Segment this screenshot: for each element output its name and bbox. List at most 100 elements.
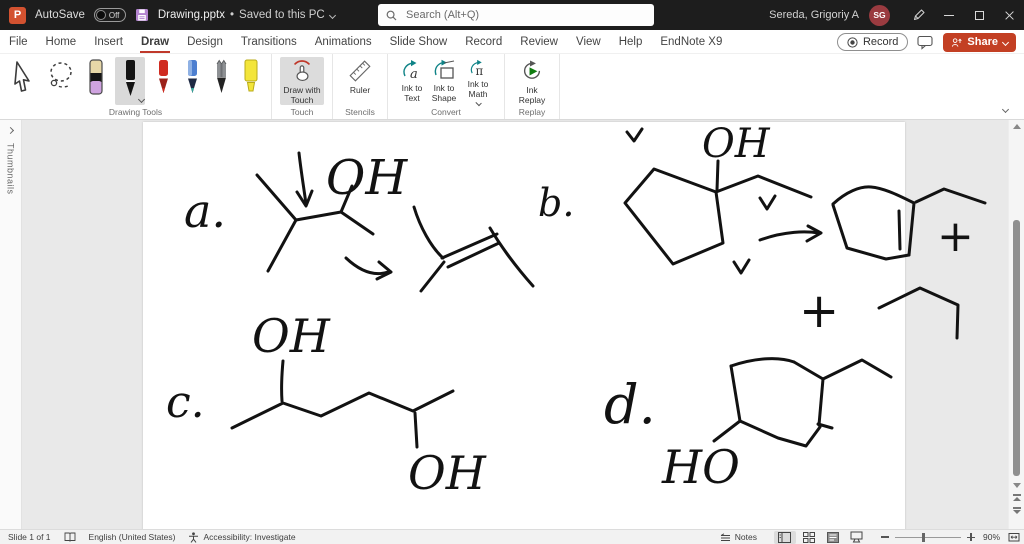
zoom-slider[interactable]	[894, 532, 961, 542]
tab-file[interactable]: File	[0, 30, 37, 53]
black-pen-icon	[126, 60, 135, 96]
tab-home[interactable]: Home	[37, 30, 86, 53]
record-button-label: Record	[862, 36, 899, 48]
select-tool[interactable]	[8, 57, 38, 95]
blue-pen-tool[interactable]	[181, 57, 203, 101]
accessibility-icon	[189, 531, 199, 543]
highlighter-tool[interactable]	[239, 57, 263, 101]
zoom-in-button[interactable]	[966, 533, 975, 541]
accessibility-status[interactable]: Accessibility: Investigate	[188, 531, 296, 543]
thumbnails-panel-label: Thumbnails	[5, 143, 16, 195]
expand-thumbnails-chevron[interactable]	[6, 126, 15, 135]
status-bar: Slide 1 of 1 English (United States) Acc…	[0, 529, 1024, 544]
language-indicator[interactable]: English (United States)	[89, 532, 176, 542]
eraser-tool[interactable]	[84, 57, 108, 101]
share-button[interactable]: Share	[943, 32, 1016, 52]
ink-to-text-label: Ink to Text	[401, 83, 423, 104]
slide[interactable]	[143, 122, 905, 529]
tab-view[interactable]: View	[567, 30, 610, 53]
scrollbar-thumb[interactable]	[1013, 220, 1020, 476]
powerpoint-logo-icon[interactable]: P	[9, 6, 26, 24]
ink-to-shape-icon	[434, 59, 455, 79]
slide-counter[interactable]: Slide 1 of 1	[8, 532, 51, 542]
slide-sorter-view-button[interactable]	[798, 531, 820, 544]
tab-help[interactable]: Help	[610, 30, 652, 53]
ink-to-text-button[interactable]: a Ink to Text	[396, 57, 428, 105]
record-button[interactable]: Record	[836, 33, 909, 51]
tab-animations[interactable]: Animations	[306, 30, 381, 53]
zoom-slider-thumb[interactable]	[921, 532, 926, 542]
tab-record[interactable]: Record	[456, 30, 511, 53]
scroll-up-arrow[interactable]	[1013, 124, 1021, 129]
ink-replay-label: Ink Replay	[518, 84, 546, 105]
pencil-tool[interactable]	[210, 57, 232, 101]
restore-button[interactable]	[964, 0, 994, 30]
save-icon[interactable]	[135, 8, 149, 22]
minimize-icon	[944, 14, 954, 16]
spellcheck-book-icon[interactable]	[64, 532, 76, 542]
comments-button[interactable]	[917, 35, 934, 50]
lasso-select-tool[interactable]	[45, 57, 77, 95]
tab-design[interactable]: Design	[178, 30, 232, 53]
scroll-down-arrow[interactable]	[1013, 483, 1021, 488]
close-icon	[1004, 10, 1015, 21]
ink-to-shape-button[interactable]: Ink to Shape	[428, 57, 460, 105]
ruler-button[interactable]: Ruler	[341, 57, 379, 105]
ink-plus-top: +	[937, 211, 974, 262]
fit-slide-to-window-button[interactable]	[1008, 531, 1020, 543]
avatar[interactable]: SG	[869, 4, 890, 26]
document-title[interactable]: Drawing.pptx • Saved to this PC	[158, 9, 336, 21]
tab-insert[interactable]: Insert	[85, 30, 132, 53]
minimize-button[interactable]	[934, 0, 964, 30]
pen-black-selected[interactable]	[115, 57, 146, 105]
thumbnails-panel[interactable]: Thumbnails	[0, 120, 22, 529]
inking-pen-icon[interactable]	[904, 0, 934, 30]
restore-icon	[974, 10, 984, 20]
next-slide-button[interactable]	[1012, 507, 1022, 514]
share-dropdown-chevron[interactable]	[1001, 38, 1010, 46]
search-box[interactable]	[378, 4, 654, 26]
red-pen-tool[interactable]	[152, 57, 174, 101]
zoom-level[interactable]: 90%	[983, 532, 1000, 542]
convert-group-label: Convert	[431, 107, 461, 117]
svg-text:a: a	[410, 67, 418, 81]
close-button[interactable]	[994, 0, 1024, 30]
slide-show-button[interactable]	[846, 531, 868, 544]
tab-transitions[interactable]: Transitions	[232, 30, 306, 53]
draw-with-touch-button[interactable]: Draw with Touch	[280, 57, 324, 105]
touch-group-label: Touch	[290, 107, 314, 117]
reading-view-button[interactable]	[822, 531, 844, 544]
normal-view-button[interactable]	[773, 530, 796, 544]
ink-to-math-button[interactable]: π Ink to Math	[460, 57, 496, 107]
tab-slide-show[interactable]: Slide Show	[381, 30, 457, 53]
group-stencils: Ruler Stencils	[333, 54, 388, 119]
replay-group-label: Replay	[518, 107, 546, 117]
group-convert: a Ink to Text Ink to Shape π Ink to Math…	[388, 54, 505, 119]
group-drawing-tools: Drawing Tools	[0, 54, 272, 119]
notes-button[interactable]: Notes	[720, 532, 757, 542]
ruler-label: Ruler	[349, 85, 371, 95]
share-icon	[952, 37, 963, 47]
ruler-icon	[349, 60, 371, 82]
search-input[interactable]	[404, 8, 624, 22]
svg-text:π: π	[476, 64, 484, 77]
autosave-toggle[interactable]: Off	[93, 8, 126, 22]
vertical-scrollbar[interactable]	[1008, 120, 1024, 529]
chevron-down-icon	[328, 11, 336, 19]
ink-to-math-label: Ink to Math	[467, 79, 489, 100]
draw-with-touch-label: Draw with Touch	[283, 84, 321, 105]
ribbon-content: Drawing Tools Draw with Touch Touch Rule…	[0, 54, 1024, 120]
tab-draw[interactable]: Draw	[132, 30, 178, 53]
user-name[interactable]: Sereda, Grigoriy A	[769, 9, 859, 21]
zoom-out-button[interactable]	[880, 536, 889, 538]
bullet-separator: •	[230, 9, 235, 21]
tab-endnote[interactable]: EndNote X9	[651, 30, 731, 53]
ink-replay-button[interactable]: Ink Replay	[513, 57, 551, 105]
tab-review[interactable]: Review	[511, 30, 567, 53]
previous-slide-button[interactable]	[1012, 494, 1022, 501]
record-icon	[847, 36, 858, 48]
pen-options-chevron[interactable]	[137, 95, 146, 104]
autosave-label: AutoSave	[35, 9, 85, 21]
autosave-toggle-knob	[95, 10, 106, 20]
ink-to-math-chevron[interactable]	[474, 99, 482, 107]
